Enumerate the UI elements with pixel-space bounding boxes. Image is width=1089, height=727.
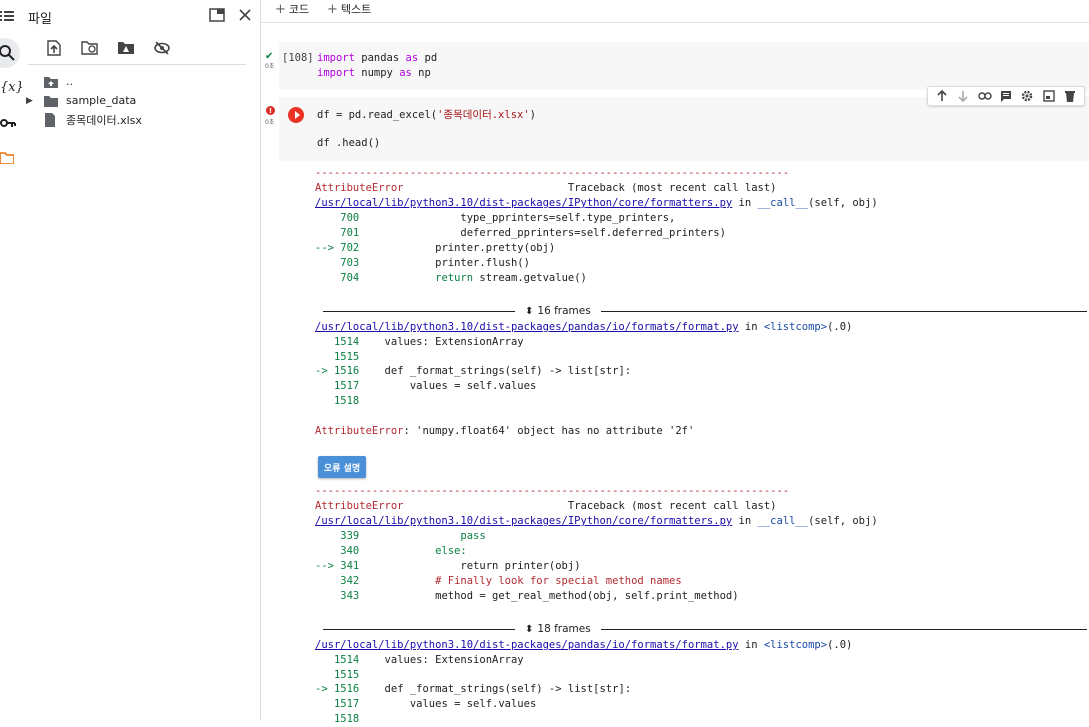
traceback-separator: ----------------------------------------… [315, 167, 790, 179]
hide-icon[interactable] [144, 38, 180, 58]
add-text-label: 텍스트 [340, 3, 372, 16]
tree-item-label: sample_data [66, 94, 137, 107]
code-context-line: 700 type_pprinters=self.type_printers, [315, 212, 676, 224]
code-context-line: 342 # Finally look for special method na… [315, 575, 682, 587]
comment-icon[interactable] [998, 88, 1014, 104]
run-cell-button[interactable] [288, 107, 304, 123]
traceback-header: AttributeError Traceback (most recent ca… [315, 500, 777, 512]
code-context-line: 1514 values: ExtensionArray [315, 336, 524, 348]
search-icon[interactable] [0, 39, 22, 67]
code-context-line: 343 method = get_real_method(obj, self.p… [315, 590, 739, 602]
menu-icon[interactable] [0, 2, 22, 30]
traceback-file-line: /usr/local/lib/python3.10/dist-packages/… [315, 197, 878, 209]
code-line[interactable]: df = pd.read_excel('종목데이터.xlsx') [317, 107, 536, 122]
traceback-separator: ----------------------------------------… [315, 485, 790, 497]
execution-count: [108] [282, 52, 314, 64]
code-context-line: 1515 [315, 669, 360, 681]
code-line[interactable]: df .head() [317, 137, 380, 149]
code-context-line: 1518 [315, 395, 360, 407]
left-rail: {x} [0, 0, 24, 720]
files-panel: 파일 .. ▶ sample_data 종목데이터.xlsx [22, 0, 261, 720]
tree-item-xlsx[interactable]: 종목데이터.xlsx [22, 110, 260, 129]
traceback-file-line: /usr/local/lib/python3.10/dist-packages/… [315, 321, 853, 333]
code-line[interactable]: import numpy as np [317, 67, 431, 79]
open-in-tab-icon[interactable] [208, 6, 226, 24]
code-context-line: 1515 [315, 351, 360, 363]
code-context-line: 1514 values: ExtensionArray [315, 654, 524, 666]
code-context-line: --> 702 printer.pretty(obj) [315, 242, 556, 254]
refresh-folder-icon[interactable] [72, 38, 108, 58]
code-cell-1[interactable]: [108] import pandas as pd import numpy a… [279, 42, 1089, 90]
mirror-cell-icon[interactable] [1041, 88, 1057, 104]
explain-error-button[interactable]: 오류 설명 [318, 456, 366, 478]
notebook-main: + 코드 + 텍스트 ✔ 0초 [108] import pandas as pd … [261, 0, 1089, 725]
traceback-file-link[interactable]: /usr/local/lib/python3.10/dist-packages/… [315, 515, 732, 527]
code-context-line: 1517 values = self.values [315, 380, 537, 392]
add-code-button[interactable]: + 코드 [275, 1, 309, 17]
folder-icon[interactable] [0, 144, 22, 172]
plus-icon: + [275, 1, 286, 17]
tree-item-label: 종목데이터.xlsx [66, 113, 142, 127]
code-context-line: 340 else: [315, 545, 467, 557]
frames-expander[interactable]: ⬍ 18 frames [323, 622, 1087, 636]
files-toolbar [36, 38, 180, 58]
final-error-message: AttributeError: 'numpy.float64' object h… [315, 425, 695, 437]
traceback-file-line: /usr/local/lib/python3.10/dist-packages/… [315, 515, 878, 527]
frames-divider [323, 628, 515, 630]
key-icon[interactable] [0, 109, 22, 137]
frames-label: 18 frames [537, 623, 591, 635]
folder-icon [44, 94, 60, 108]
file-tree: .. ▶ sample_data 종목데이터.xlsx [22, 72, 260, 129]
traceback-header: AttributeError Traceback (most recent ca… [315, 182, 777, 194]
traceback-file-link[interactable]: /usr/local/lib/python3.10/dist-packages/… [315, 321, 739, 333]
error-icon: ! [266, 106, 275, 115]
gear-icon[interactable] [1019, 88, 1035, 104]
frames-divider [600, 310, 1087, 312]
tree-item-sample-data[interactable]: ▶ sample_data [22, 91, 260, 110]
link-icon[interactable] [977, 88, 993, 104]
code-line[interactable]: import pandas as pd [317, 52, 437, 64]
code-context-line: -> 1516 def _format_strings(self) -> lis… [315, 365, 632, 377]
code-cell-2[interactable]: df = pd.read_excel('종목데이터.xlsx') df .hea… [279, 97, 1089, 161]
add-text-button[interactable]: + 텍스트 [327, 1, 371, 17]
code-context-line: 339 pass [315, 530, 486, 542]
code-context-line: 703 printer.flush() [315, 257, 530, 269]
unfold-icon[interactable]: ⬍ [525, 306, 533, 317]
file-icon [44, 112, 60, 127]
frames-divider [600, 628, 1087, 630]
frames-label: 16 frames [537, 305, 591, 317]
exec-time: 0초 [265, 119, 275, 126]
move-down-icon[interactable] [955, 88, 971, 104]
frames-expander[interactable]: ⬍ 16 frames [323, 304, 1087, 318]
chevron-right-icon[interactable]: ▶ [26, 96, 36, 106]
upload-icon[interactable] [36, 38, 72, 58]
unfold-icon[interactable]: ⬍ [525, 624, 533, 635]
close-icon[interactable] [236, 6, 254, 24]
play-icon [294, 111, 300, 119]
traceback-file-link[interactable]: /usr/local/lib/python3.10/dist-packages/… [315, 639, 739, 651]
traceback-file-link[interactable]: /usr/local/lib/python3.10/dist-packages/… [315, 197, 732, 209]
tree-item-label: .. [66, 75, 73, 88]
delete-icon[interactable] [1062, 88, 1078, 104]
add-code-label: 코드 [288, 3, 310, 16]
move-up-icon[interactable] [934, 88, 950, 104]
code-context-line: --> 341 return printer(obj) [315, 560, 581, 572]
traceback-file-line: /usr/local/lib/python3.10/dist-packages/… [315, 639, 853, 651]
mount-drive-icon[interactable] [108, 38, 144, 58]
folder-up-icon [44, 75, 60, 89]
frames-divider [323, 310, 515, 312]
code-context-line: 1517 values = self.values [315, 698, 537, 710]
tree-item-parent[interactable]: .. [22, 72, 260, 91]
code-context-line: 701 deferred_pprinters=self.deferred_pri… [315, 227, 726, 239]
code-context-line: 704 return stream.getvalue() [315, 272, 587, 284]
toolbar-divider [28, 64, 246, 65]
plus-icon: + [327, 1, 338, 17]
cell-toolbar [927, 86, 1085, 106]
code-context-line: -> 1516 def _format_strings(self) -> lis… [315, 683, 632, 695]
variables-icon[interactable]: {x} [0, 73, 24, 101]
panel-title: 파일 [28, 12, 52, 27]
exec-time: 0초 [265, 63, 275, 70]
notebook-toolbar: + 코드 + 텍스트 [261, 0, 1089, 23]
